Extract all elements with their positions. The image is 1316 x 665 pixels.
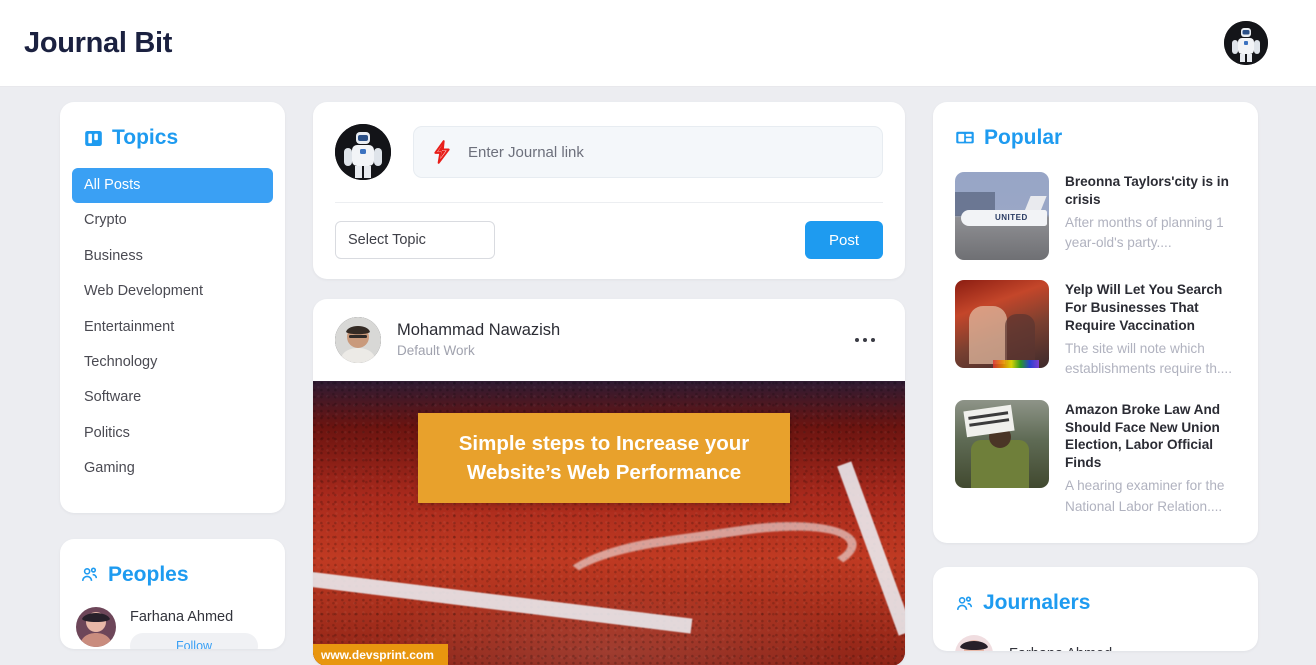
person-photo-icon <box>76 606 116 647</box>
post-button[interactable]: Post <box>805 221 883 259</box>
list-item: Farhana Ahmed Follow <box>76 606 269 649</box>
composer-avatar[interactable] <box>335 124 391 180</box>
right-sidebar: Popular UNITED Breonna Taylors'city is i… <box>933 102 1258 652</box>
person-name: Farhana Ahmed <box>130 608 234 625</box>
post-composer: Select Topic Post <box>313 102 905 279</box>
sidebar-item-crypto[interactable]: Crypto <box>72 203 273 238</box>
newspaper-icon <box>956 131 974 144</box>
topics-title: Topics <box>112 126 179 149</box>
sidebar-item-all-posts[interactable]: All Posts <box>72 168 273 204</box>
popular-item-desc: The site will note which establishments … <box>1065 340 1232 377</box>
list-item[interactable]: Amazon Broke Law And Should Face New Uni… <box>955 399 1236 518</box>
banner-line-1: Simple steps to Increase your <box>458 432 750 455</box>
peoples-header: Peoples <box>76 563 269 607</box>
user-avatar[interactable] <box>1224 21 1268 65</box>
popular-item-desc: A hearing examiner for the National Labo… <box>1065 478 1225 514</box>
composer-bottom-row: Select Topic Post <box>335 203 883 259</box>
post-author-avatar[interactable] <box>335 317 381 363</box>
popular-thumbnail: UNITED <box>955 172 1049 260</box>
topics-list: All Posts Crypto Business Web Developmen… <box>72 168 273 487</box>
sidebar-item-business[interactable]: Business <box>72 239 273 274</box>
sidebar-item-software[interactable]: Software <box>72 380 273 415</box>
people-icon <box>956 596 973 610</box>
journal-link-field[interactable] <box>413 126 883 178</box>
sidebar-item-politics[interactable]: Politics <box>72 416 273 451</box>
image-watermark: www.devsprint.com <box>313 644 448 665</box>
avatar[interactable] <box>955 635 993 652</box>
list-item[interactable]: UNITED Breonna Taylors'city is in crisis… <box>955 172 1236 260</box>
popular-item-title: Amazon Broke Law And Should Face New Uni… <box>1065 401 1221 471</box>
peoples-card: Peoples Farhana Ahmed Follow <box>60 538 285 649</box>
more-options-icon[interactable] <box>847 330 883 350</box>
robot-avatar-icon <box>1224 21 1268 65</box>
peoples-title: Peoples <box>108 562 189 586</box>
popular-header: Popular <box>955 126 1236 172</box>
sidebar-item-entertainment[interactable]: Entertainment <box>72 310 273 345</box>
post-image-banner: Simple steps to Increase your Website’s … <box>418 413 790 504</box>
popular-item-title: Yelp Will Let You Search For Businesses … <box>1065 282 1223 333</box>
person-info: Farhana Ahmed Follow <box>130 607 258 649</box>
topics-card: Topics All Posts Crypto Business Web Dev… <box>60 102 285 513</box>
list-item[interactable]: Farhana Ahmed <box>955 635 1236 652</box>
popular-card: Popular UNITED Breonna Taylors'city is i… <box>933 102 1258 544</box>
popular-text: Amazon Broke Law And Should Face New Uni… <box>1065 400 1236 518</box>
robot-avatar-icon <box>335 124 391 180</box>
popular-text: Breonna Taylors'city is in crisis After … <box>1065 172 1236 260</box>
journal-link-input[interactable] <box>468 143 864 161</box>
composer-top-row <box>335 124 883 203</box>
people-icon <box>81 567 98 581</box>
popular-thumbnail <box>955 280 1049 368</box>
topics-header: Topics <box>72 126 273 168</box>
post-card: Mohammad Nawazish Default Work Simple st… <box>313 299 905 665</box>
sidebar-item-gaming[interactable]: Gaming <box>72 451 273 486</box>
list-item[interactable]: Yelp Will Let You Search For Businesses … <box>955 280 1236 380</box>
sidebar-item-technology[interactable]: Technology <box>72 345 273 380</box>
journalers-card: Journalers Farhana Ahmed <box>933 567 1258 652</box>
post-image: Simple steps to Increase your Website’s … <box>313 381 905 665</box>
avatar[interactable] <box>76 606 116 647</box>
top-bar: Journal Bit <box>0 0 1316 87</box>
post-subtitle: Default Work <box>397 342 475 358</box>
person-photo-icon <box>335 317 381 363</box>
journaler-name: Farhana Ahmed <box>1009 646 1112 651</box>
select-topic-dropdown[interactable]: Select Topic <box>335 221 495 259</box>
popular-item-title: Breonna Taylors'city is in crisis <box>1065 174 1229 207</box>
follow-button[interactable]: Follow <box>130 632 258 649</box>
page-title: Journal Bit <box>24 26 173 59</box>
popular-thumbnail <box>955 399 1049 488</box>
popular-title: Popular <box>984 126 1063 149</box>
left-sidebar: Topics All Posts Crypto Business Web Dev… <box>60 102 285 649</box>
banner-line-2: Website’s Web Performance <box>466 461 742 485</box>
popular-item-desc: After months of planning 1 year-old's pa… <box>1065 214 1224 251</box>
board-icon <box>85 130 102 146</box>
journalers-title: Journalers <box>983 591 1091 615</box>
popular-text: Yelp Will Let You Search For Businesses … <box>1065 280 1236 380</box>
journalers-header: Journalers <box>955 591 1236 635</box>
main-layout: Topics All Posts Crypto Business Web Dev… <box>0 87 1316 665</box>
lightning-bolt-icon <box>434 140 450 164</box>
post-header: Mohammad Nawazish Default Work <box>313 299 905 381</box>
post-author-name: Mohammad Nawazish <box>397 321 561 340</box>
feed-column: Select Topic Post Mohammad Nawazish <box>313 102 905 665</box>
person-photo-icon <box>955 635 993 652</box>
sidebar-item-web-development[interactable]: Web Development <box>72 274 273 309</box>
post-meta: Mohammad Nawazish Default Work <box>397 319 831 360</box>
